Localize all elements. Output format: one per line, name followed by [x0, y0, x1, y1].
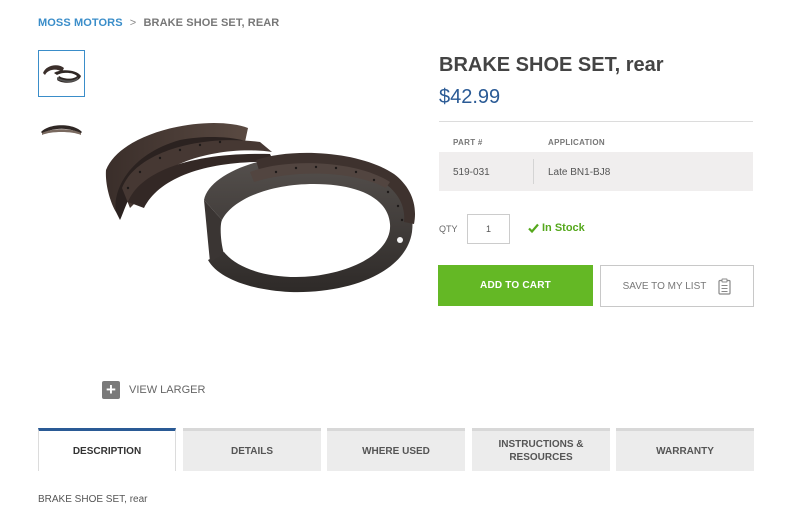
- column-divider: [533, 159, 534, 184]
- tab-details[interactable]: DETAILS: [183, 428, 321, 471]
- save-to-list-label: SAVE TO MY LIST: [622, 280, 707, 292]
- save-to-list-button[interactable]: SAVE TO MY LIST: [600, 265, 754, 307]
- view-larger-label: VIEW LARGER: [129, 384, 206, 396]
- part-number-header: PART #: [453, 138, 483, 147]
- application-header: APPLICATION: [548, 138, 605, 147]
- product-title: BRAKE SHOE SET, rear: [439, 54, 664, 76]
- tab-where-used[interactable]: WHERE USED: [327, 428, 465, 471]
- breadcrumb-separator: >: [129, 17, 137, 29]
- stock-text: In Stock: [542, 222, 585, 234]
- brake-shoe-side-thumbnail: [41, 124, 82, 135]
- qty-label: QTY: [439, 224, 458, 234]
- checkmark-icon: [528, 223, 539, 233]
- tab-warranty[interactable]: WARRANTY: [616, 428, 754, 471]
- tab-description[interactable]: DESCRIPTION: [38, 428, 176, 471]
- tab-instructions-resources[interactable]: INSTRUCTIONS & RESOURCES: [472, 428, 610, 471]
- product-tabs: DESCRIPTION DETAILS WHERE USED INSTRUCTI…: [38, 428, 754, 471]
- breadcrumb-current: BRAKE SHOE SET, REAR: [143, 17, 280, 29]
- thumbnail-1[interactable]: [38, 50, 85, 97]
- divider: [439, 121, 753, 122]
- clipboard-icon: [718, 278, 731, 295]
- brake-shoe-set-thumbnail: [43, 64, 81, 83]
- spec-table-header: PART # APPLICATION: [439, 133, 753, 151]
- qty-input[interactable]: [467, 214, 510, 244]
- view-larger-button[interactable]: + VIEW LARGER: [102, 381, 205, 399]
- brake-shoe-set-image: [105, 123, 416, 293]
- product-main-image[interactable]: [100, 112, 420, 302]
- description-text: BRAKE SHOE SET, rear: [38, 494, 148, 505]
- stock-status: In Stock: [528, 222, 585, 234]
- breadcrumb-home-link[interactable]: MOSS MOTORS: [38, 17, 123, 29]
- spec-table-row: 519-031 Late BN1-BJ8: [439, 152, 753, 191]
- plus-icon: +: [102, 381, 120, 399]
- breadcrumb: MOSS MOTORS > BRAKE SHOE SET, REAR: [38, 17, 279, 29]
- application-value: Late BN1-BJ8: [548, 167, 611, 178]
- add-to-cart-button[interactable]: ADD TO CART: [438, 265, 593, 306]
- product-price: $42.99: [439, 86, 501, 108]
- thumbnail-list: [38, 50, 85, 160]
- thumbnail-2[interactable]: [38, 105, 85, 152]
- part-number-value: 519-031: [453, 167, 490, 178]
